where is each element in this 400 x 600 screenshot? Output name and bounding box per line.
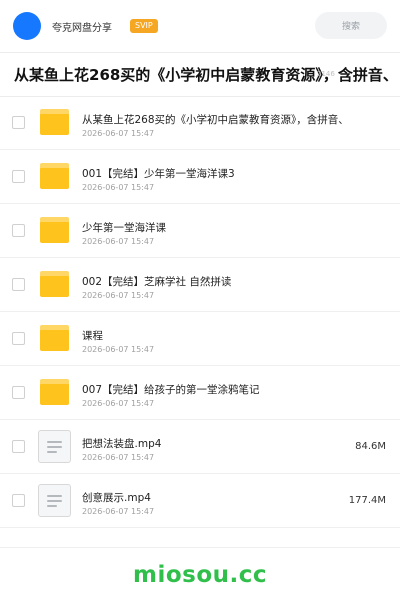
folder-icon <box>40 163 69 189</box>
svip-badge: SVIP <box>130 19 158 33</box>
row-checkbox[interactable] <box>12 332 25 345</box>
file-size: 84.6M <box>355 441 386 452</box>
file-name: 把想法装盘.mp4 <box>82 438 162 450</box>
folder-icon <box>40 271 69 297</box>
row-checkbox[interactable] <box>12 386 25 399</box>
folder-icon <box>40 379 69 405</box>
file-row[interactable]: 少年第一堂海洋课 2026-06-07 15:47 <box>0 204 400 258</box>
file-date: 2026-06-07 15:47 <box>82 129 155 138</box>
footer-brand[interactable]: miosou.cc <box>0 562 400 588</box>
title-row: 从某鱼上花268买的《小学初中启蒙教育资源》，含拼音、 2146 <box>0 53 400 97</box>
file-name: 课程 <box>82 330 103 342</box>
page: 夸克网盘分享 SVIP 搜索 从某鱼上花268买的《小学初中启蒙教育资源》，含拼… <box>0 0 400 600</box>
page-title: 从某鱼上花268买的《小学初中启蒙教育资源》，含拼音、 <box>14 66 398 84</box>
file-row[interactable]: 课程 2026-06-07 15:47 <box>0 312 400 366</box>
header: 夸克网盘分享 SVIP 搜索 <box>0 0 400 52</box>
file-name: 少年第一堂海洋课 <box>82 222 166 234</box>
avatar[interactable] <box>13 12 41 40</box>
file-date: 2026-06-07 15:47 <box>82 507 155 516</box>
row-checkbox[interactable] <box>12 224 25 237</box>
file-row[interactable]: 从某鱼上花268买的《小学初中启蒙教育资源》，含拼音、 2026-06-07 1… <box>0 96 400 150</box>
title-meta: 2146 <box>317 70 335 78</box>
footer-divider <box>0 547 400 548</box>
file-row[interactable]: 把想法装盘.mp4 2026-06-07 15:47 84.6M <box>0 420 400 474</box>
row-checkbox[interactable] <box>12 440 25 453</box>
row-checkbox[interactable] <box>12 170 25 183</box>
file-date: 2026-06-07 15:47 <box>82 453 155 462</box>
folder-icon <box>40 217 69 243</box>
video-file-icon <box>38 430 71 463</box>
folder-icon <box>40 109 69 135</box>
file-date: 2026-06-07 15:47 <box>82 291 155 300</box>
file-name: 创意展示.mp4 <box>82 492 151 504</box>
row-checkbox[interactable] <box>12 494 25 507</box>
file-row[interactable]: 创意展示.mp4 2026-06-07 15:47 177.4M <box>0 474 400 528</box>
file-date: 2026-06-07 15:47 <box>82 237 155 246</box>
file-row[interactable]: 002【完结】芝麻学社 自然拼读 2026-06-07 15:47 <box>0 258 400 312</box>
file-size: 177.4M <box>348 495 386 506</box>
file-name: 002【完结】芝麻学社 自然拼读 <box>82 276 232 288</box>
file-row[interactable]: 001【完结】少年第一堂海洋课3 2026-06-07 15:47 <box>0 150 400 204</box>
row-checkbox[interactable] <box>12 278 25 291</box>
file-row[interactable]: 007【完结】给孩子的第一堂涂鸦笔记 2026-06-07 15:47 <box>0 366 400 420</box>
search-input[interactable]: 搜索 <box>315 12 387 39</box>
file-name: 001【完结】少年第一堂海洋课3 <box>82 168 235 180</box>
app-name: 夸克网盘分享 <box>52 22 112 34</box>
file-date: 2026-06-07 15:47 <box>82 399 155 408</box>
file-list: 从某鱼上花268买的《小学初中启蒙教育资源》，含拼音、 2026-06-07 1… <box>0 96 400 528</box>
video-file-icon <box>38 484 71 517</box>
file-date: 2026-06-07 15:47 <box>82 345 155 354</box>
file-date: 2026-06-07 15:47 <box>82 183 155 192</box>
row-checkbox[interactable] <box>12 116 25 129</box>
file-name: 从某鱼上花268买的《小学初中启蒙教育资源》，含拼音、 <box>82 114 349 126</box>
folder-icon <box>40 325 69 351</box>
search-placeholder: 搜索 <box>341 22 360 32</box>
file-name: 007【完结】给孩子的第一堂涂鸦笔记 <box>82 384 260 396</box>
